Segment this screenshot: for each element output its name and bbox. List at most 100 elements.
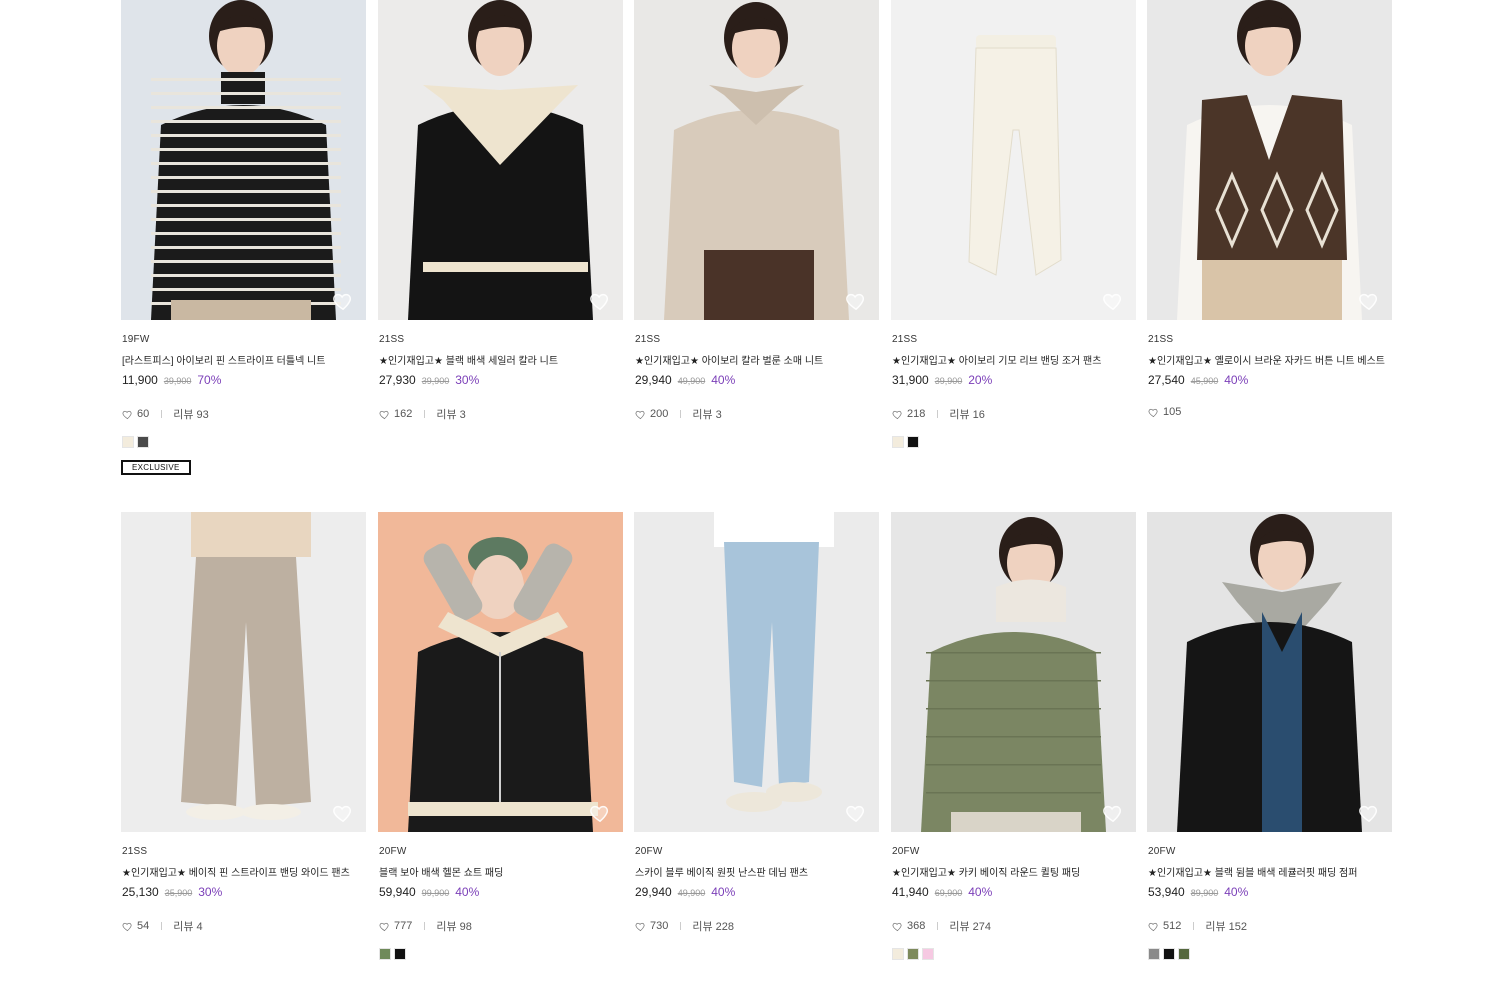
product-season: 19FW [122, 334, 150, 345]
original-price: 45,900 [1190, 376, 1219, 386]
product-stats: 368 리뷰 274 [892, 918, 991, 934]
product-card[interactable]: 21SS ★인기재입고★ 블랙 배색 세일러 칼라 니트 27,930 39,900 3… [378, 0, 623, 421]
heart-icon[interactable] [635, 409, 646, 420]
product-name[interactable]: ★인기재입고★ 베이직 핀 스트라이프 밴딩 와이드 팬츠 [122, 864, 350, 879]
wishlist-heart-icon[interactable] [845, 290, 867, 312]
divider [424, 410, 426, 418]
product-stats: 218 리뷰 16 [892, 406, 985, 422]
price-row: 27,930 39,900 30% [379, 373, 479, 387]
wishlist-heart-icon[interactable] [332, 290, 354, 312]
product-name[interactable]: ★인기재입고★ 옐로이시 브라운 자카드 버튼 니트 베스트 [1148, 352, 1385, 367]
heart-icon[interactable] [122, 409, 133, 420]
product-season: 21SS [892, 334, 918, 345]
color-swatch[interactable] [394, 948, 406, 960]
product-image[interactable] [891, 512, 1136, 832]
product-card[interactable]: 21SS ★인기재입고★ 베이직 핀 스트라이프 밴딩 와이드 팬츠 25,130 3… [121, 512, 366, 933]
product-card[interactable]: 20FW 블랙 보아 배색 헬몬 쇼트 패딩 59,940 99,900 40% 777 리… [378, 512, 623, 960]
review-count[interactable]: 리뷰 93 [173, 406, 209, 422]
price-row: 59,940 99,900 40% [379, 885, 479, 899]
product-card[interactable]: 20FW ★인기재입고★ 카키 베이직 라운드 퀼팅 패딩 41,940 69,900… [891, 512, 1136, 960]
product-card[interactable]: 21SS ★인기재입고★ 아이보리 기모 리브 밴딩 조거 팬츠 31,900 39,… [891, 0, 1136, 448]
product-card[interactable]: 19FW [라스트피스] 아이보리 핀 스트라이프 터틀넥 니트 11,900 39,… [121, 0, 366, 475]
discount-rate: 40% [1224, 373, 1249, 387]
color-swatch[interactable] [892, 948, 904, 960]
product-image[interactable] [121, 0, 366, 320]
color-swatch[interactable] [1163, 948, 1175, 960]
product-card[interactable]: 21SS ★인기재입고★ 아이보리 칼라 벌룬 소매 니트 29,940 49,900… [634, 0, 879, 421]
product-image[interactable] [634, 512, 879, 832]
review-count[interactable]: 리뷰 98 [436, 918, 472, 934]
color-swatch[interactable] [907, 948, 919, 960]
wishlist-heart-icon[interactable] [1358, 290, 1380, 312]
heart-icon[interactable] [1148, 407, 1159, 418]
product-image[interactable] [378, 0, 623, 320]
heart-icon[interactable] [1148, 921, 1159, 932]
heart-icon[interactable] [892, 409, 903, 420]
product-name[interactable]: ★인기재입고★ 블랙 뒴블 배색 레큘러핏 패딩 점퍼 [1148, 864, 1357, 879]
sale-price: 31,900 [892, 373, 929, 387]
product-name[interactable]: 스카이 블루 베이직 원핏 난스판 데님 팬츠 [635, 864, 808, 879]
wishlist-heart-icon[interactable] [589, 802, 611, 824]
product-name[interactable]: ★인기재입고★ 카키 베이직 라운드 퀼팅 패딩 [892, 864, 1080, 879]
color-swatch[interactable] [907, 436, 919, 448]
review-count[interactable]: 리뷰 152 [1205, 918, 1247, 934]
like-count: 60 [137, 408, 150, 420]
wishlist-heart-icon[interactable] [845, 802, 867, 824]
product-name[interactable]: ★인기재입고★ 블랙 배색 세일러 칼라 니트 [379, 352, 558, 367]
like-count: 54 [137, 920, 150, 932]
color-swatches [122, 436, 149, 448]
review-count[interactable]: 리뷰 274 [949, 918, 991, 934]
color-swatch[interactable] [1178, 948, 1190, 960]
product-name[interactable]: ★인기재입고★ 아이보리 기모 리브 밴딩 조거 팬츠 [892, 352, 1101, 367]
product-card[interactable]: 20FW ★인기재입고★ 블랙 뒴블 배색 레큘러핏 패딩 점퍼 53,940 89,… [1147, 512, 1392, 960]
product-image[interactable] [634, 0, 879, 320]
product-stats: 162 리뷰 3 [379, 406, 466, 422]
product-name[interactable]: [라스트피스] 아이보리 핀 스트라이프 터틀넥 니트 [122, 352, 325, 367]
color-swatch[interactable] [892, 436, 904, 448]
product-image[interactable] [1147, 512, 1392, 832]
product-image[interactable] [891, 0, 1136, 320]
wishlist-heart-icon[interactable] [589, 290, 611, 312]
like-count: 218 [907, 408, 926, 420]
product-name[interactable]: 블랙 보아 배색 헬몬 쇼트 패딩 [379, 864, 503, 879]
heart-icon[interactable] [379, 409, 390, 420]
product-card[interactable]: 21SS ★인기재입고★ 옐로이시 브라운 자카드 버튼 니트 베스트 27,540… [1147, 0, 1392, 418]
wishlist-heart-icon[interactable] [1358, 802, 1380, 824]
heart-icon[interactable] [635, 921, 646, 932]
product-image[interactable] [121, 512, 366, 832]
review-count[interactable]: 리뷰 16 [949, 406, 985, 422]
heart-icon[interactable] [379, 921, 390, 932]
product-season: 21SS [122, 846, 148, 857]
color-swatch[interactable] [922, 948, 934, 960]
sale-price: 59,940 [379, 885, 416, 899]
review-count[interactable]: 리뷰 3 [692, 406, 721, 422]
review-count[interactable]: 리뷰 4 [173, 918, 202, 934]
price-row: 25,130 35,900 30% [122, 885, 222, 899]
sale-price: 53,940 [1148, 885, 1185, 899]
divider [937, 410, 939, 418]
product-name[interactable]: ★인기재입고★ 아이보리 칼라 벌룬 소매 니트 [635, 352, 823, 367]
heart-icon[interactable] [122, 921, 133, 932]
like-count: 730 [650, 920, 669, 932]
color-swatch[interactable] [1148, 948, 1160, 960]
product-card[interactable]: 20FW 스카이 블루 베이직 원핏 난스판 데님 팬츠 29,940 49,900 4… [634, 512, 879, 933]
price-row: 41,940 69,900 40% [892, 885, 992, 899]
product-image[interactable] [1147, 0, 1392, 320]
review-count[interactable]: 리뷰 3 [436, 406, 465, 422]
color-swatch[interactable] [379, 948, 391, 960]
wishlist-heart-icon[interactable] [1102, 802, 1124, 824]
discount-rate: 70% [197, 373, 222, 387]
price-row: 11,900 39,900 70% [122, 373, 221, 387]
wishlist-heart-icon[interactable] [1102, 290, 1124, 312]
heart-icon[interactable] [892, 921, 903, 932]
sale-price: 25,130 [122, 885, 159, 899]
original-price: 39,900 [934, 376, 963, 386]
color-swatches [1148, 948, 1190, 960]
product-stats: 200 리뷰 3 [635, 406, 722, 422]
review-count[interactable]: 리뷰 228 [692, 918, 734, 934]
sale-price: 41,940 [892, 885, 929, 899]
wishlist-heart-icon[interactable] [332, 802, 354, 824]
color-swatch[interactable] [137, 436, 149, 448]
color-swatch[interactable] [122, 436, 134, 448]
product-image[interactable] [378, 512, 623, 832]
